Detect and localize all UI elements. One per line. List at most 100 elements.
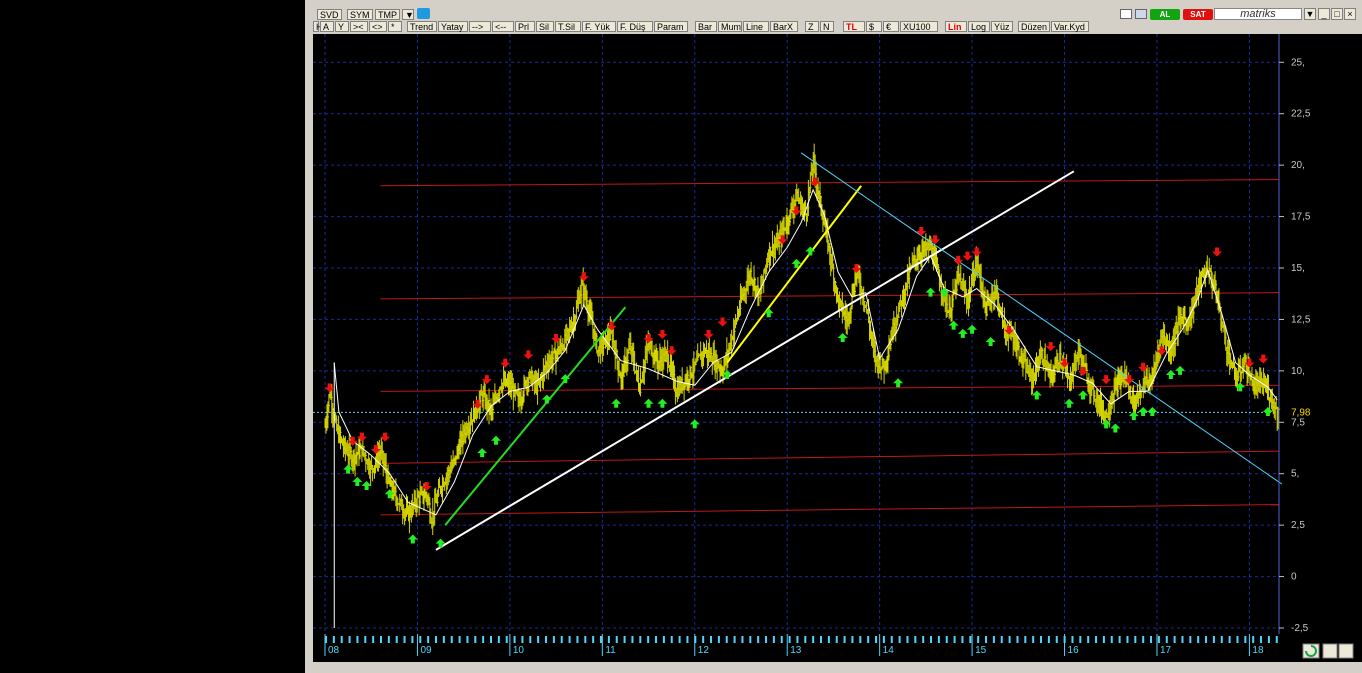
- x-minor-tick: [930, 636, 933, 643]
- tool-button-21[interactable]: N: [820, 21, 834, 32]
- tool-button-29[interactable]: Düzen: [1018, 21, 1050, 32]
- x-minor-tick: [686, 636, 689, 643]
- x-minor-tick: [364, 636, 367, 643]
- tool-button-8[interactable]: -->: [469, 21, 491, 32]
- x-minor-tick: [820, 636, 823, 643]
- zoom-out-icon[interactable]: [1338, 643, 1354, 659]
- tool-button-10[interactable]: Prl: [515, 21, 535, 32]
- tool-button-24[interactable]: €: [883, 21, 899, 32]
- tool-button-23[interactable]: $: [866, 21, 882, 32]
- last-value-label: 7,98: [1291, 407, 1311, 418]
- x-minor-tick: [812, 636, 815, 643]
- tool-button-17[interactable]: Mum: [718, 21, 742, 32]
- x-minor-tick: [867, 636, 870, 643]
- x-minor-tick: [395, 636, 398, 643]
- tool-button-7[interactable]: Yatay: [438, 21, 468, 32]
- x-minor-tick: [985, 636, 988, 643]
- bird-icon[interactable]: [417, 8, 430, 19]
- tool-button-11[interactable]: Sil: [536, 21, 554, 32]
- tool-button-5[interactable]: *: [388, 21, 402, 32]
- x-axis[interactable]: 08 09 10 11 12 13 14 15 16 17 18: [313, 634, 1362, 662]
- tool-button-2[interactable]: Y: [335, 21, 349, 32]
- tool-button-26[interactable]: Lin: [945, 21, 967, 32]
- tool-button-27[interactable]: Log: [968, 21, 990, 32]
- x-minor-tick: [851, 636, 854, 643]
- tmp-button[interactable]: TMP: [375, 9, 400, 20]
- x-minor-tick: [372, 636, 375, 643]
- x-minor-tick: [1032, 636, 1035, 643]
- x-minor-tick: [1205, 636, 1208, 643]
- x-minor-tick: [584, 636, 587, 643]
- x-minor-tick: [1260, 636, 1263, 643]
- x-minor-tick: [765, 636, 768, 643]
- left-blank-area: [0, 0, 305, 673]
- y-tick-label: 17,5: [1291, 212, 1311, 223]
- zoom-in-icon[interactable]: [1322, 643, 1338, 659]
- x-minor-tick: [1095, 636, 1098, 643]
- tool-button-3[interactable]: ><: [350, 21, 368, 32]
- tool-button-25[interactable]: XU100: [900, 21, 938, 32]
- x-minor-tick: [1000, 636, 1003, 643]
- x-minor-tick: [1275, 636, 1278, 643]
- x-minor-tick: [427, 636, 430, 643]
- minimize-icon[interactable]: ▼: [1304, 8, 1316, 20]
- dropdown-icon[interactable]: ▼: [402, 9, 414, 20]
- tool-button-15[interactable]: Param: [654, 21, 688, 32]
- x-minor-tick: [513, 636, 516, 643]
- x-tick-label: 10: [513, 645, 525, 656]
- x-minor-tick: [1126, 636, 1129, 643]
- x-minor-tick: [725, 636, 728, 643]
- x-minor-tick: [411, 636, 414, 643]
- x-minor-tick: [356, 636, 359, 643]
- x-minor-tick: [1071, 636, 1074, 643]
- tool-button-4[interactable]: <>: [369, 21, 387, 32]
- x-minor-tick: [1181, 636, 1184, 643]
- tool-button-0[interactable]: H: [313, 21, 323, 32]
- tool-button-9[interactable]: <--: [492, 21, 514, 32]
- maximize-icon[interactable]: □: [1331, 8, 1343, 20]
- x-minor-tick: [607, 636, 610, 643]
- sym-button[interactable]: SYM: [347, 9, 373, 20]
- x-minor-tick: [906, 636, 909, 643]
- tool-button-14[interactable]: F. Düş: [617, 21, 653, 32]
- tool-button-1[interactable]: A: [320, 21, 334, 32]
- svd-button[interactable]: SVD: [317, 9, 342, 20]
- x-tick-label: 17: [1160, 645, 1172, 656]
- settings-icon[interactable]: [1135, 9, 1147, 19]
- tool-button-16[interactable]: Bar: [695, 21, 717, 32]
- buy-button[interactable]: AL: [1150, 9, 1180, 20]
- price-chart[interactable]: 25, 22,5 20, 17,5 15, 12,5 10, 7,5 5, 2,5 0 -2,5 7,9…: [313, 34, 1362, 634]
- x-minor-tick: [953, 636, 956, 643]
- y-tick-label: 5,: [1291, 469, 1299, 480]
- tool-button-19[interactable]: BarX: [770, 21, 798, 32]
- chart-background: [313, 34, 1362, 634]
- x-minor-tick: [662, 636, 665, 643]
- tool-button-18[interactable]: Line: [743, 21, 769, 32]
- x-minor-tick: [937, 636, 940, 643]
- x-minor-tick: [623, 636, 626, 643]
- x-minor-tick: [1228, 636, 1231, 643]
- sell-button[interactable]: SAT: [1183, 9, 1213, 20]
- x-minor-tick: [403, 636, 406, 643]
- x-minor-tick: [827, 636, 830, 643]
- x-minor-tick: [1252, 636, 1255, 643]
- x-minor-tick: [592, 636, 595, 643]
- x-minor-tick: [1157, 636, 1160, 643]
- tool-button-13[interactable]: F. Yük: [582, 21, 616, 32]
- tool-button-28[interactable]: Yüz: [991, 21, 1013, 32]
- tool-button-30[interactable]: Var.Kyd: [1051, 21, 1089, 32]
- tool-button-22[interactable]: TL: [843, 21, 865, 32]
- x-minor-tick: [733, 636, 736, 643]
- x-minor-tick: [655, 636, 658, 643]
- close-icon[interactable]: ×: [1344, 8, 1356, 20]
- x-minor-tick: [1244, 636, 1247, 643]
- x-minor-tick: [1197, 636, 1200, 643]
- restore-icon[interactable]: _: [1318, 8, 1330, 20]
- screen-icon[interactable]: [1120, 9, 1132, 19]
- x-minor-tick: [1220, 636, 1223, 643]
- tool-button-20[interactable]: Z: [805, 21, 819, 32]
- tool-button-6[interactable]: Trend: [407, 21, 437, 32]
- y-tick-label: 22,5: [1291, 109, 1311, 120]
- y-tick-label: 15,: [1291, 263, 1305, 274]
- tool-button-12[interactable]: T.Sil: [555, 21, 581, 32]
